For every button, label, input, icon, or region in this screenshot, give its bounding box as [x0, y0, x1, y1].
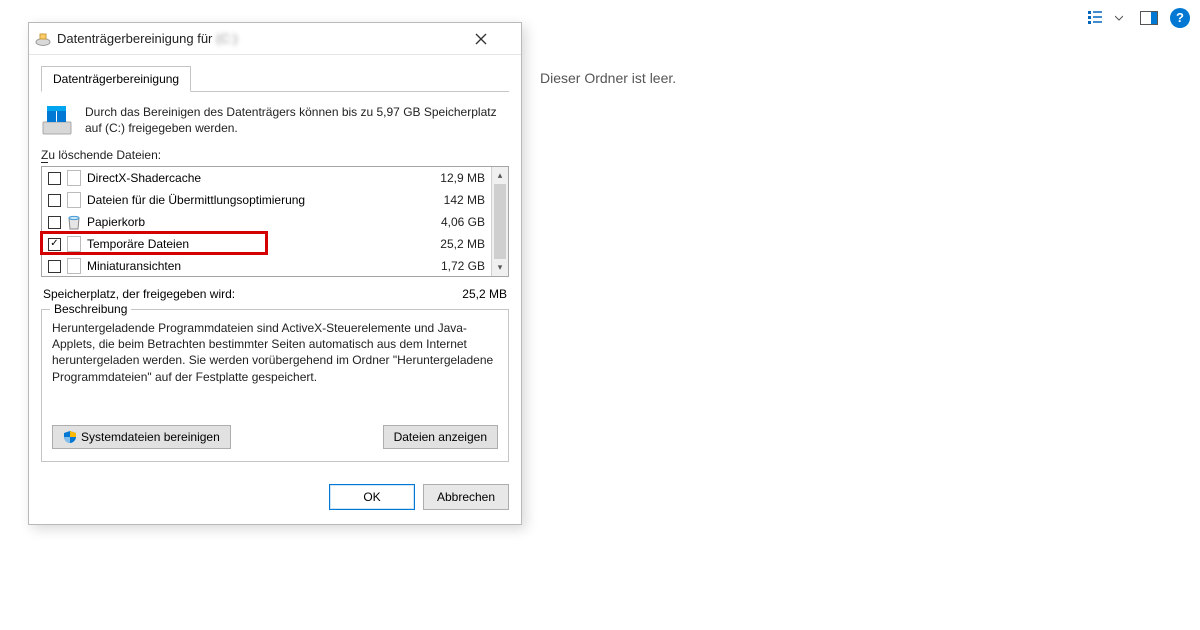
disk-cleanup-icon — [35, 31, 51, 47]
clean-system-files-button[interactable]: Systemdateien bereinigen — [52, 425, 231, 449]
description-text: Heruntergeladende Programmdateien sind A… — [52, 320, 498, 385]
uac-shield-icon — [63, 430, 77, 444]
file-icon — [67, 170, 81, 186]
file-label: DirectX-Shadercache — [87, 171, 419, 185]
close-button[interactable] — [475, 33, 515, 45]
view-options-icon[interactable] — [1086, 9, 1104, 27]
dialog-footer: OK Abbrechen — [29, 474, 521, 524]
dropdown-arrow-icon[interactable] — [1110, 9, 1128, 27]
file-row[interactable]: Dateien für die Übermittlungsoptimierung… — [42, 189, 491, 211]
dialog-title: Datenträgerbereinigung für (C:) — [57, 31, 475, 46]
checkbox[interactable]: ✓ — [48, 238, 61, 251]
info-text: Durch das Bereinigen des Datenträgers kö… — [85, 104, 509, 138]
scroll-up-icon[interactable]: ▴ — [492, 167, 508, 184]
checkbox[interactable] — [48, 260, 61, 273]
checkbox[interactable] — [48, 172, 61, 185]
file-icon — [67, 236, 81, 252]
description-group: Beschreibung Heruntergeladende Programmd… — [41, 309, 509, 462]
file-label: Miniaturansichten — [87, 259, 419, 273]
empty-folder-label: Dieser Ordner ist leer. — [540, 70, 676, 86]
tab-cleanup[interactable]: Datenträgerbereinigung — [41, 66, 191, 92]
file-list: DirectX-Shadercache 12,9 MB Dateien für di… — [41, 166, 509, 277]
view-files-button[interactable]: Dateien anzeigen — [383, 425, 498, 449]
file-row[interactable]: DirectX-Shadercache 12,9 MB — [42, 167, 491, 189]
file-row[interactable]: ✓ Temporäre Dateien 25,2 MB — [42, 233, 491, 255]
files-to-delete-label: Zu löschende Dateien: — [41, 148, 509, 162]
file-row[interactable]: Miniaturansichten 1,72 GB — [42, 255, 491, 276]
file-row[interactable]: Papierkorb 4,06 GB — [42, 211, 491, 233]
file-label: Dateien für die Übermittlungsoptimierung — [87, 193, 419, 207]
file-size: 12,9 MB — [425, 171, 485, 185]
help-icon[interactable]: ? — [1170, 8, 1190, 28]
preview-pane-icon[interactable] — [1140, 9, 1158, 27]
file-size: 25,2 MB — [425, 237, 485, 251]
file-size: 1,72 GB — [425, 259, 485, 273]
scrollbar[interactable]: ▴ ▾ — [491, 167, 508, 276]
recycle-bin-icon — [67, 214, 81, 230]
explorer-top-toolbar: ? — [1086, 8, 1190, 28]
dialog-titlebar: Datenträgerbereinigung für (C:) — [29, 23, 521, 55]
drive-icon — [41, 104, 75, 138]
file-icon — [67, 192, 81, 208]
cancel-button[interactable]: Abbrechen — [423, 484, 509, 510]
checkbox[interactable] — [48, 216, 61, 229]
freed-space-value: 25,2 MB — [462, 287, 507, 301]
ok-button[interactable]: OK — [329, 484, 415, 510]
disk-cleanup-dialog: Datenträgerbereinigung für (C:) Datenträ… — [28, 22, 522, 525]
scroll-down-icon[interactable]: ▾ — [492, 259, 508, 276]
file-size: 142 MB — [425, 193, 485, 207]
scroll-thumb[interactable] — [494, 184, 506, 259]
checkbox[interactable] — [48, 194, 61, 207]
file-label: Temporäre Dateien — [87, 237, 419, 251]
file-icon — [67, 258, 81, 274]
file-size: 4,06 GB — [425, 215, 485, 229]
freed-space-label: Speicherplatz, der freigegeben wird: — [43, 287, 235, 301]
file-label: Papierkorb — [87, 215, 419, 229]
description-legend: Beschreibung — [50, 302, 131, 316]
tabs: Datenträgerbereinigung — [41, 65, 509, 92]
